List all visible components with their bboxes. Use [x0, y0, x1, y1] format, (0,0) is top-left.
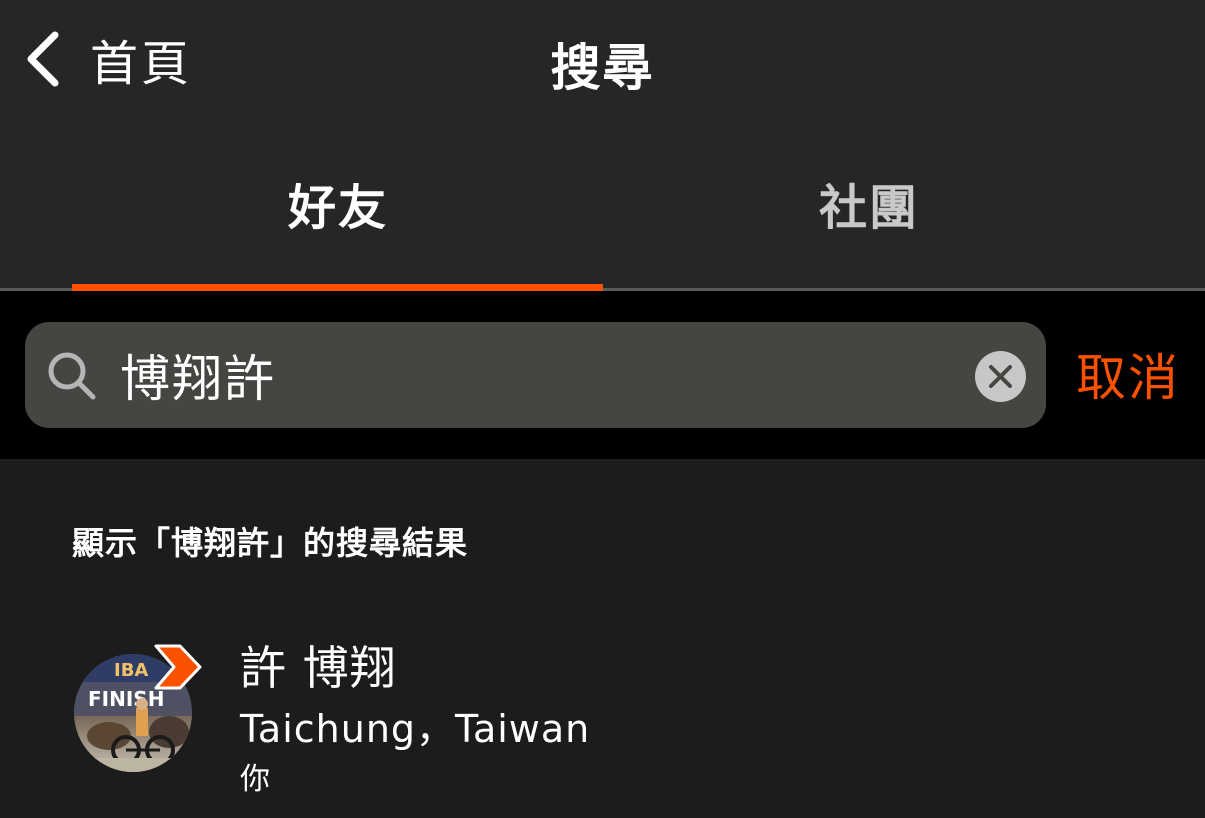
results-header: 顯示「博翔許」的搜尋結果: [72, 524, 469, 562]
athlete-relation: 你: [240, 762, 270, 797]
strava-chevron-badge-icon: [154, 644, 202, 690]
search-icon: [48, 352, 96, 400]
athlete-result-item[interactable]: IBA FINISH 許 博翔 Taichung，Taiwan 你: [0, 620, 1205, 818]
athlete-name: 許 博翔: [240, 641, 397, 695]
tab-clubs[interactable]: 社團: [603, 120, 1135, 290]
search-input[interactable]: [120, 340, 950, 410]
tab-bar: 好友 社團: [0, 120, 1205, 290]
clear-x-icon: [989, 365, 1012, 388]
tab-friends[interactable]: 好友: [72, 120, 604, 290]
navigation-bar: 首頁 搜尋: [0, 0, 1205, 120]
cancel-button[interactable]: 取消: [1076, 338, 1180, 410]
clear-search-button[interactable]: [975, 351, 1026, 402]
tab-selected-indicator: [72, 284, 603, 291]
page-title: 搜尋: [550, 39, 655, 97]
athlete-location: Taichung，Taiwan: [240, 707, 591, 751]
avatar-banner-text: IBA: [114, 660, 148, 681]
